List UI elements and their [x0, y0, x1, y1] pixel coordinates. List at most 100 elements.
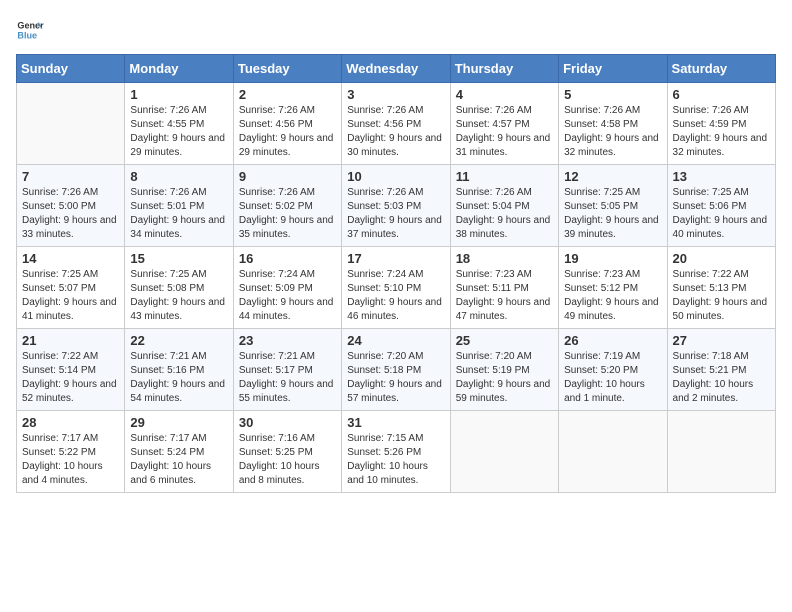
- calendar-week-row: 28 Sunrise: 7:17 AMSunset: 5:22 PMDaylig…: [17, 411, 776, 493]
- calendar-cell: 22 Sunrise: 7:21 AMSunset: 5:16 PMDaylig…: [125, 329, 233, 411]
- calendar-cell: 11 Sunrise: 7:26 AMSunset: 5:04 PMDaylig…: [450, 165, 558, 247]
- calendar-cell: 3 Sunrise: 7:26 AMSunset: 4:56 PMDayligh…: [342, 83, 450, 165]
- day-number: 3: [347, 87, 444, 102]
- svg-text:Blue: Blue: [17, 30, 37, 40]
- day-number: 30: [239, 415, 336, 430]
- day-number: 8: [130, 169, 227, 184]
- calendar-cell: 31 Sunrise: 7:15 AMSunset: 5:26 PMDaylig…: [342, 411, 450, 493]
- day-number: 24: [347, 333, 444, 348]
- cell-info: Sunrise: 7:22 AMSunset: 5:14 PMDaylight:…: [22, 350, 119, 406]
- cell-info: Sunrise: 7:26 AMSunset: 5:00 PMDaylight:…: [22, 186, 119, 242]
- day-number: 4: [456, 87, 553, 102]
- cell-info: Sunrise: 7:18 AMSunset: 5:21 PMDaylight:…: [673, 350, 770, 406]
- calendar-cell: 25 Sunrise: 7:20 AMSunset: 5:19 PMDaylig…: [450, 329, 558, 411]
- calendar-cell: [667, 411, 775, 493]
- calendar-cell: 29 Sunrise: 7:17 AMSunset: 5:24 PMDaylig…: [125, 411, 233, 493]
- weekday-header: Tuesday: [233, 55, 341, 83]
- day-number: 6: [673, 87, 770, 102]
- cell-info: Sunrise: 7:26 AMSunset: 5:03 PMDaylight:…: [347, 186, 444, 242]
- cell-info: Sunrise: 7:21 AMSunset: 5:16 PMDaylight:…: [130, 350, 227, 406]
- cell-info: Sunrise: 7:26 AMSunset: 4:59 PMDaylight:…: [673, 104, 770, 160]
- calendar-cell: [450, 411, 558, 493]
- day-number: 23: [239, 333, 336, 348]
- calendar-cell: 18 Sunrise: 7:23 AMSunset: 5:11 PMDaylig…: [450, 247, 558, 329]
- weekday-header: Saturday: [667, 55, 775, 83]
- calendar-cell: 30 Sunrise: 7:16 AMSunset: 5:25 PMDaylig…: [233, 411, 341, 493]
- calendar-cell: 13 Sunrise: 7:25 AMSunset: 5:06 PMDaylig…: [667, 165, 775, 247]
- cell-info: Sunrise: 7:22 AMSunset: 5:13 PMDaylight:…: [673, 268, 770, 324]
- cell-info: Sunrise: 7:20 AMSunset: 5:18 PMDaylight:…: [347, 350, 444, 406]
- day-number: 22: [130, 333, 227, 348]
- calendar-week-row: 1 Sunrise: 7:26 AMSunset: 4:55 PMDayligh…: [17, 83, 776, 165]
- cell-info: Sunrise: 7:25 AMSunset: 5:08 PMDaylight:…: [130, 268, 227, 324]
- day-number: 19: [564, 251, 661, 266]
- cell-info: Sunrise: 7:25 AMSunset: 5:05 PMDaylight:…: [564, 186, 661, 242]
- calendar-cell: 9 Sunrise: 7:26 AMSunset: 5:02 PMDayligh…: [233, 165, 341, 247]
- day-number: 27: [673, 333, 770, 348]
- calendar-cell: [559, 411, 667, 493]
- weekday-header: Thursday: [450, 55, 558, 83]
- calendar-cell: 14 Sunrise: 7:25 AMSunset: 5:07 PMDaylig…: [17, 247, 125, 329]
- calendar-cell: 7 Sunrise: 7:26 AMSunset: 5:00 PMDayligh…: [17, 165, 125, 247]
- cell-info: Sunrise: 7:16 AMSunset: 5:25 PMDaylight:…: [239, 432, 336, 488]
- cell-info: Sunrise: 7:23 AMSunset: 5:11 PMDaylight:…: [456, 268, 553, 324]
- calendar-cell: 2 Sunrise: 7:26 AMSunset: 4:56 PMDayligh…: [233, 83, 341, 165]
- day-number: 26: [564, 333, 661, 348]
- calendar-cell: 27 Sunrise: 7:18 AMSunset: 5:21 PMDaylig…: [667, 329, 775, 411]
- logo-icon: General Blue: [16, 16, 44, 44]
- day-number: 2: [239, 87, 336, 102]
- calendar-cell: 5 Sunrise: 7:26 AMSunset: 4:58 PMDayligh…: [559, 83, 667, 165]
- cell-info: Sunrise: 7:24 AMSunset: 5:09 PMDaylight:…: [239, 268, 336, 324]
- cell-info: Sunrise: 7:26 AMSunset: 4:58 PMDaylight:…: [564, 104, 661, 160]
- day-number: 31: [347, 415, 444, 430]
- cell-info: Sunrise: 7:20 AMSunset: 5:19 PMDaylight:…: [456, 350, 553, 406]
- calendar-cell: 28 Sunrise: 7:17 AMSunset: 5:22 PMDaylig…: [17, 411, 125, 493]
- calendar-cell: 19 Sunrise: 7:23 AMSunset: 5:12 PMDaylig…: [559, 247, 667, 329]
- calendar-week-row: 21 Sunrise: 7:22 AMSunset: 5:14 PMDaylig…: [17, 329, 776, 411]
- calendar-table: SundayMondayTuesdayWednesdayThursdayFrid…: [16, 54, 776, 493]
- weekday-header: Wednesday: [342, 55, 450, 83]
- day-number: 20: [673, 251, 770, 266]
- cell-info: Sunrise: 7:26 AMSunset: 5:04 PMDaylight:…: [456, 186, 553, 242]
- calendar-cell: 8 Sunrise: 7:26 AMSunset: 5:01 PMDayligh…: [125, 165, 233, 247]
- day-number: 11: [456, 169, 553, 184]
- cell-info: Sunrise: 7:15 AMSunset: 5:26 PMDaylight:…: [347, 432, 444, 488]
- day-number: 28: [22, 415, 119, 430]
- day-number: 16: [239, 251, 336, 266]
- calendar-cell: 20 Sunrise: 7:22 AMSunset: 5:13 PMDaylig…: [667, 247, 775, 329]
- calendar-week-row: 7 Sunrise: 7:26 AMSunset: 5:00 PMDayligh…: [17, 165, 776, 247]
- calendar-cell: 10 Sunrise: 7:26 AMSunset: 5:03 PMDaylig…: [342, 165, 450, 247]
- weekday-header: Sunday: [17, 55, 125, 83]
- day-number: 9: [239, 169, 336, 184]
- cell-info: Sunrise: 7:21 AMSunset: 5:17 PMDaylight:…: [239, 350, 336, 406]
- calendar-week-row: 14 Sunrise: 7:25 AMSunset: 5:07 PMDaylig…: [17, 247, 776, 329]
- day-number: 29: [130, 415, 227, 430]
- day-number: 21: [22, 333, 119, 348]
- day-number: 18: [456, 251, 553, 266]
- cell-info: Sunrise: 7:25 AMSunset: 5:07 PMDaylight:…: [22, 268, 119, 324]
- calendar-cell: 1 Sunrise: 7:26 AMSunset: 4:55 PMDayligh…: [125, 83, 233, 165]
- calendar-cell: 24 Sunrise: 7:20 AMSunset: 5:18 PMDaylig…: [342, 329, 450, 411]
- day-number: 12: [564, 169, 661, 184]
- day-number: 14: [22, 251, 119, 266]
- day-number: 10: [347, 169, 444, 184]
- cell-info: Sunrise: 7:26 AMSunset: 4:55 PMDaylight:…: [130, 104, 227, 160]
- cell-info: Sunrise: 7:26 AMSunset: 4:56 PMDaylight:…: [347, 104, 444, 160]
- calendar-cell: 15 Sunrise: 7:25 AMSunset: 5:08 PMDaylig…: [125, 247, 233, 329]
- weekday-header: Monday: [125, 55, 233, 83]
- day-number: 1: [130, 87, 227, 102]
- calendar-cell: 4 Sunrise: 7:26 AMSunset: 4:57 PMDayligh…: [450, 83, 558, 165]
- day-number: 13: [673, 169, 770, 184]
- cell-info: Sunrise: 7:17 AMSunset: 5:24 PMDaylight:…: [130, 432, 227, 488]
- calendar-cell: [17, 83, 125, 165]
- cell-info: Sunrise: 7:26 AMSunset: 4:56 PMDaylight:…: [239, 104, 336, 160]
- calendar-cell: 26 Sunrise: 7:19 AMSunset: 5:20 PMDaylig…: [559, 329, 667, 411]
- calendar-cell: 12 Sunrise: 7:25 AMSunset: 5:05 PMDaylig…: [559, 165, 667, 247]
- calendar-cell: 16 Sunrise: 7:24 AMSunset: 5:09 PMDaylig…: [233, 247, 341, 329]
- cell-info: Sunrise: 7:26 AMSunset: 5:01 PMDaylight:…: [130, 186, 227, 242]
- day-number: 25: [456, 333, 553, 348]
- cell-info: Sunrise: 7:24 AMSunset: 5:10 PMDaylight:…: [347, 268, 444, 324]
- calendar-cell: 23 Sunrise: 7:21 AMSunset: 5:17 PMDaylig…: [233, 329, 341, 411]
- logo: General Blue: [16, 16, 44, 44]
- day-number: 17: [347, 251, 444, 266]
